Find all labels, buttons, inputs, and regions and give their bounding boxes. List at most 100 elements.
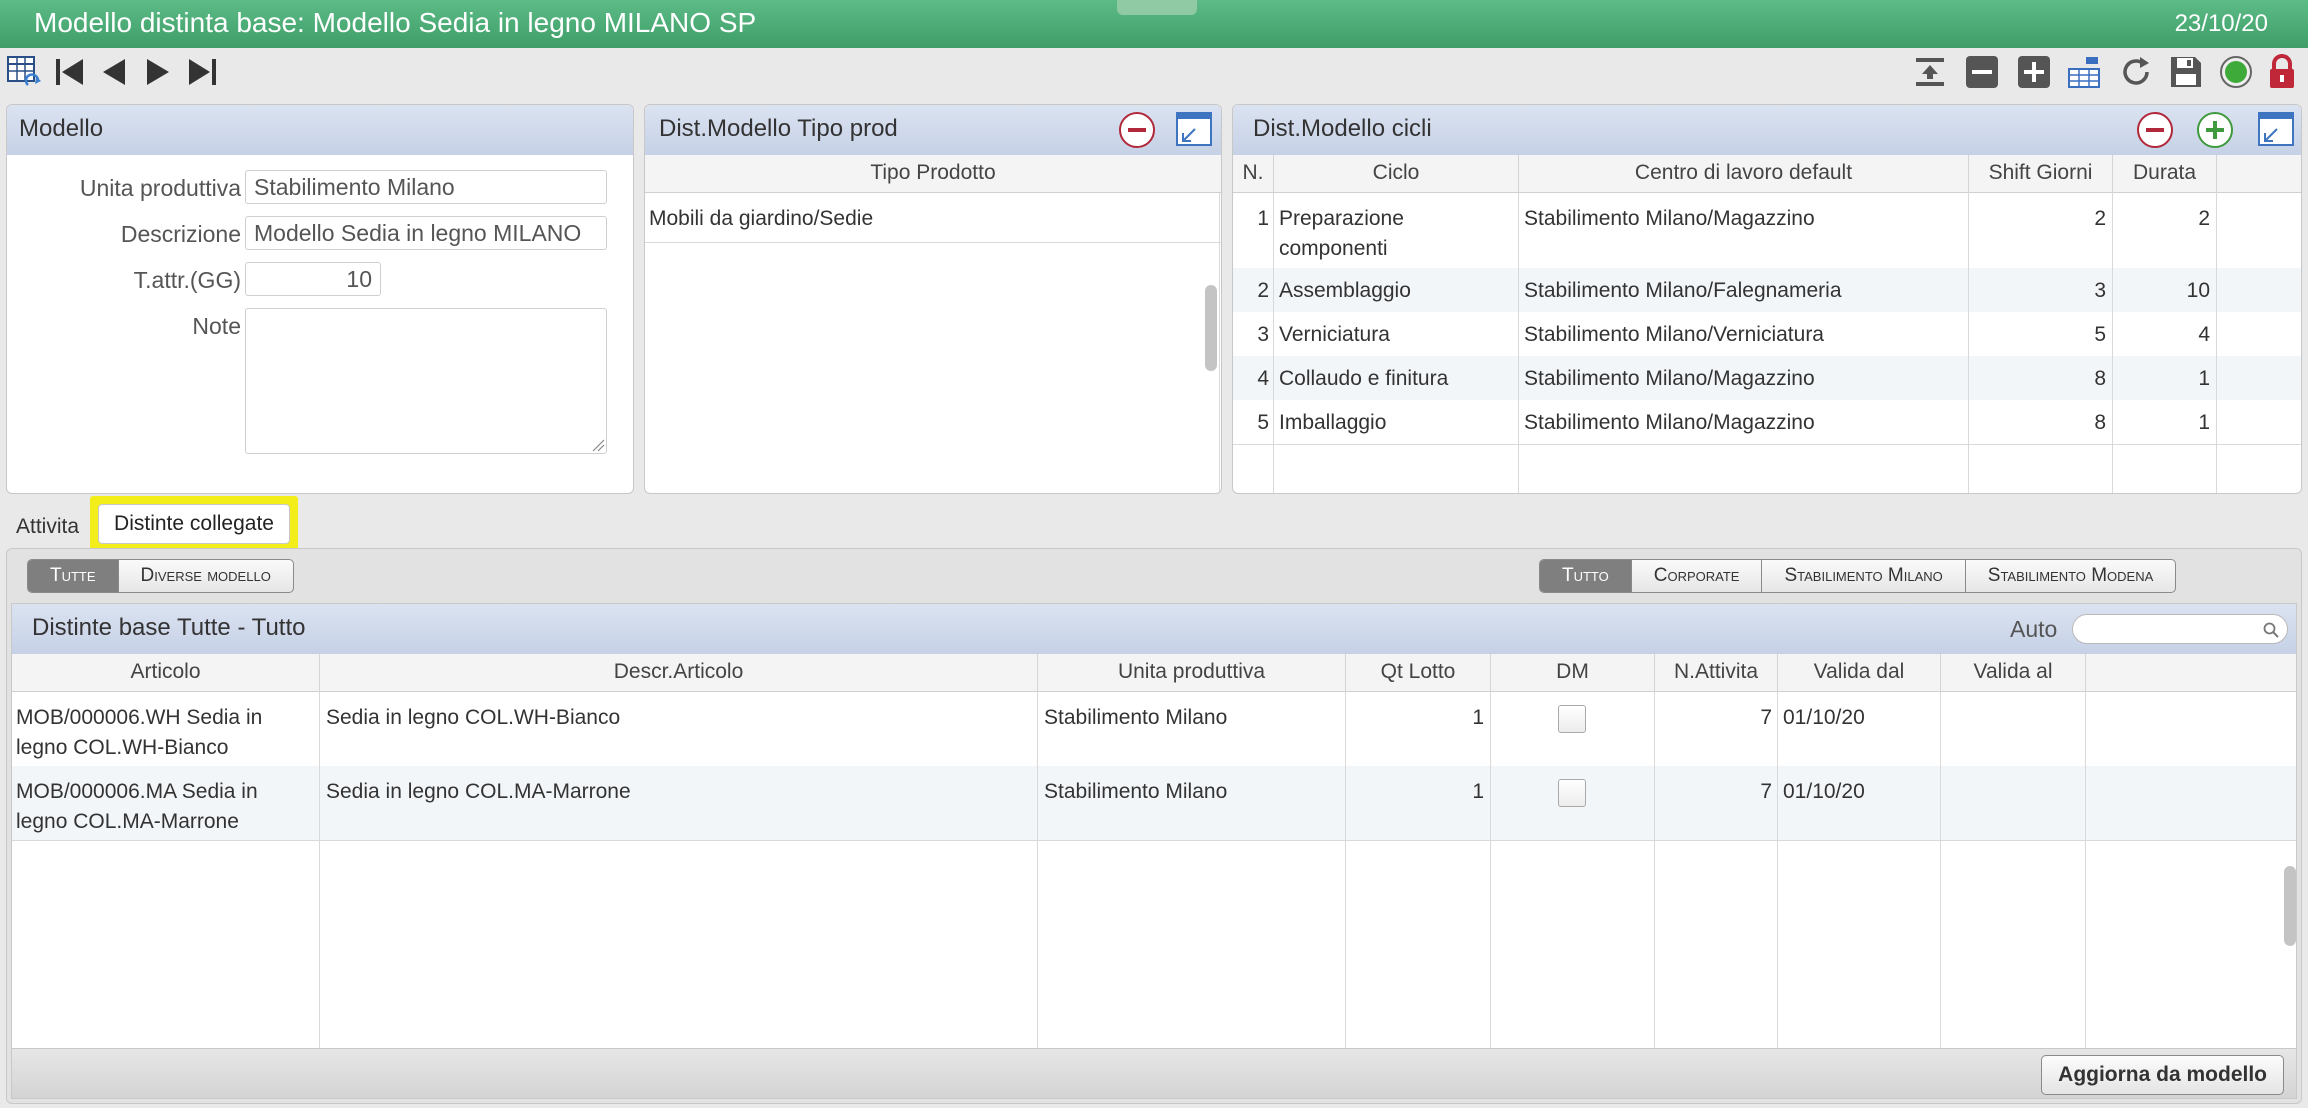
note-textarea[interactable] <box>245 308 607 454</box>
column-header-durata[interactable]: Durata <box>2113 155 2217 193</box>
remove-icon[interactable] <box>1962 54 2002 90</box>
vertical-scrollbar[interactable] <box>1205 285 1217 371</box>
aggiorna-da-modello-button[interactable]: Aggiorna da modello <box>2041 1055 2284 1095</box>
column-header-ciclo[interactable]: Ciclo <box>1274 155 1519 193</box>
unita-produttiva-field[interactable]: Stabilimento Milano <box>245 170 607 204</box>
distinte-collegate-panel: Tutte Diverse modello Tutto Corporate St… <box>6 548 2302 1104</box>
remove-tipo-prod-button[interactable] <box>1119 112 1155 148</box>
column-header-shift[interactable]: Shift Giorni <box>1969 155 2113 193</box>
column-divider <box>1654 692 1655 1048</box>
refresh-icon[interactable] <box>2116 54 2156 90</box>
tab-distinte-collegate[interactable]: Distinte collegate <box>98 504 290 544</box>
tattr-field[interactable]: 10 <box>245 262 381 296</box>
descrizione-label: Descrizione <box>120 221 241 247</box>
descrizione-field[interactable]: Modello Sedia in legno MILANO <box>245 216 607 250</box>
search-icon <box>2263 622 2279 638</box>
save-icon[interactable] <box>2166 54 2206 90</box>
filter-tutto[interactable]: Tutto <box>1540 560 1632 592</box>
tipo-prod-panel: Dist.Modello Tipo prod Tipo Prodotto Mob… <box>644 104 1222 494</box>
add-icon[interactable] <box>2014 54 2054 90</box>
filter-stabilimento-milano[interactable]: Stabilimento Milano <box>1762 560 1966 592</box>
filter-tutte[interactable]: Tutte <box>28 560 119 592</box>
remove-ciclo-button[interactable] <box>2137 112 2173 148</box>
unit-filter: Tutto Corporate Stabilimento Milano Stab… <box>1539 559 2177 593</box>
dm-checkbox[interactable] <box>1558 705 1586 733</box>
centro-lavoro: Stabilimento Milano/Falegnameria <box>1524 279 1842 302</box>
dm-checkbox[interactable] <box>1558 779 1586 807</box>
cicli-panel: Dist.Modello cicli N. Ciclo Centro di la… <box>1232 104 2302 494</box>
resize-grip-icon[interactable] <box>591 438 605 452</box>
last-record-icon[interactable] <box>182 54 222 90</box>
column-header-valida-dal[interactable]: Valida dal <box>1778 654 1941 692</box>
durata: 10 <box>2186 279 2210 302</box>
shift-giorni: 5 <box>2094 323 2106 346</box>
column-header-unita-produttiva[interactable]: Unita produttiva <box>1038 654 1346 692</box>
lock-icon[interactable] <box>2262 54 2302 90</box>
distinte-grid-header: Articolo Descr.Articolo Unita produttiva… <box>12 654 2296 692</box>
durata: 2 <box>2198 207 2210 230</box>
tab-attivita[interactable]: Attivita <box>8 508 87 546</box>
column-header-dm[interactable]: DM <box>1491 654 1655 692</box>
durata: 1 <box>2198 367 2210 390</box>
insert-row-icon[interactable] <box>1910 54 1950 90</box>
shift-giorni: 8 <box>2094 367 2106 390</box>
column-divider <box>1490 692 1491 1048</box>
valida-dal: 01/10/20 <box>1783 706 1865 729</box>
tipo-prod-grid-header: Tipo Prodotto <box>645 155 1221 193</box>
table-refresh-icon[interactable] <box>4 54 44 90</box>
column-header-tipo-prodotto[interactable]: Tipo Prodotto <box>645 155 1221 193</box>
plus-icon <box>2206 121 2224 139</box>
distinte-footer: Aggiorna da modello <box>12 1048 2296 1098</box>
window-grab-handle[interactable] <box>1117 0 1197 15</box>
tipo-prod-row[interactable]: Mobili da giardino/Sedie <box>649 204 873 234</box>
cicli-grid-header: N. Ciclo Centro di lavoro default Shift … <box>1233 155 2301 193</box>
minus-icon <box>2146 128 2164 132</box>
column-header-n[interactable]: N. <box>1233 155 1274 193</box>
minus-icon <box>1128 128 1146 132</box>
vertical-scrollbar[interactable] <box>2284 866 2296 946</box>
row-number: 2 <box>1257 279 1269 302</box>
row-number: 5 <box>1257 411 1269 434</box>
ciclo-name: Collaudo e finitura <box>1279 367 1449 390</box>
column-divider <box>1518 193 1519 493</box>
column-header-qt-lotto[interactable]: Qt Lotto <box>1346 654 1491 692</box>
distinte-list: Distinte base Tutte - Tutto Auto Articol… <box>11 603 2297 1099</box>
articolo-code-continued: legno COL.MA-Marrone <box>16 810 239 833</box>
column-header-descr-articolo[interactable]: Descr.Articolo <box>320 654 1038 692</box>
column-header-centro[interactable]: Centro di lavoro default <box>1519 155 1969 193</box>
articolo-code: MOB/000006.WH Sedia in <box>16 706 263 729</box>
first-record-icon[interactable] <box>50 54 90 90</box>
column-divider <box>319 692 320 1048</box>
search-input[interactable] <box>2072 614 2288 644</box>
previous-record-icon[interactable] <box>94 54 134 90</box>
maximize-panel-icon[interactable] <box>1175 111 1213 147</box>
ciclo-name-continued: componenti <box>1279 237 1388 260</box>
centro-lavoro: Stabilimento Milano/Magazzino <box>1524 207 1815 230</box>
column-divider <box>1345 692 1346 1048</box>
maximize-panel-icon[interactable] <box>2257 111 2295 147</box>
filter-corporate[interactable]: Corporate <box>1632 560 1763 592</box>
status-icon[interactable] <box>2216 54 2256 90</box>
scope-filter: Tutte Diverse modello <box>27 559 294 593</box>
next-record-icon[interactable] <box>138 54 178 90</box>
column-divider <box>2216 193 2217 493</box>
add-ciclo-button[interactable] <box>2197 112 2233 148</box>
window-title-bar: Modello distinta base: Modello Sedia in … <box>0 0 2308 48</box>
column-header-articolo[interactable]: Articolo <box>12 654 320 692</box>
modello-header: Modello <box>7 105 633 155</box>
column-divider <box>2085 692 2086 1048</box>
row-number: 4 <box>1257 367 1269 390</box>
hierarchy-icon[interactable] <box>2064 54 2104 90</box>
centro-lavoro: Stabilimento Milano/Magazzino <box>1524 367 1815 390</box>
ciclo-name: Assemblaggio <box>1279 279 1411 302</box>
main-toolbar <box>0 48 2308 96</box>
shift-giorni: 2 <box>2094 207 2106 230</box>
ciclo-name: Preparazione <box>1279 207 1404 230</box>
column-header-n-attivita[interactable]: N.Attivita <box>1655 654 1778 692</box>
filter-diverse-modello[interactable]: Diverse modello <box>119 560 293 592</box>
scroll-track <box>1219 193 1220 493</box>
distinte-title: Distinte base Tutte - Tutto <box>32 614 306 641</box>
column-header-valida-al[interactable]: Valida al <box>1941 654 2086 692</box>
filter-stabilimento-modena[interactable]: Stabilimento Modena <box>1966 560 2175 592</box>
qt-lotto: 1 <box>1472 780 1484 803</box>
